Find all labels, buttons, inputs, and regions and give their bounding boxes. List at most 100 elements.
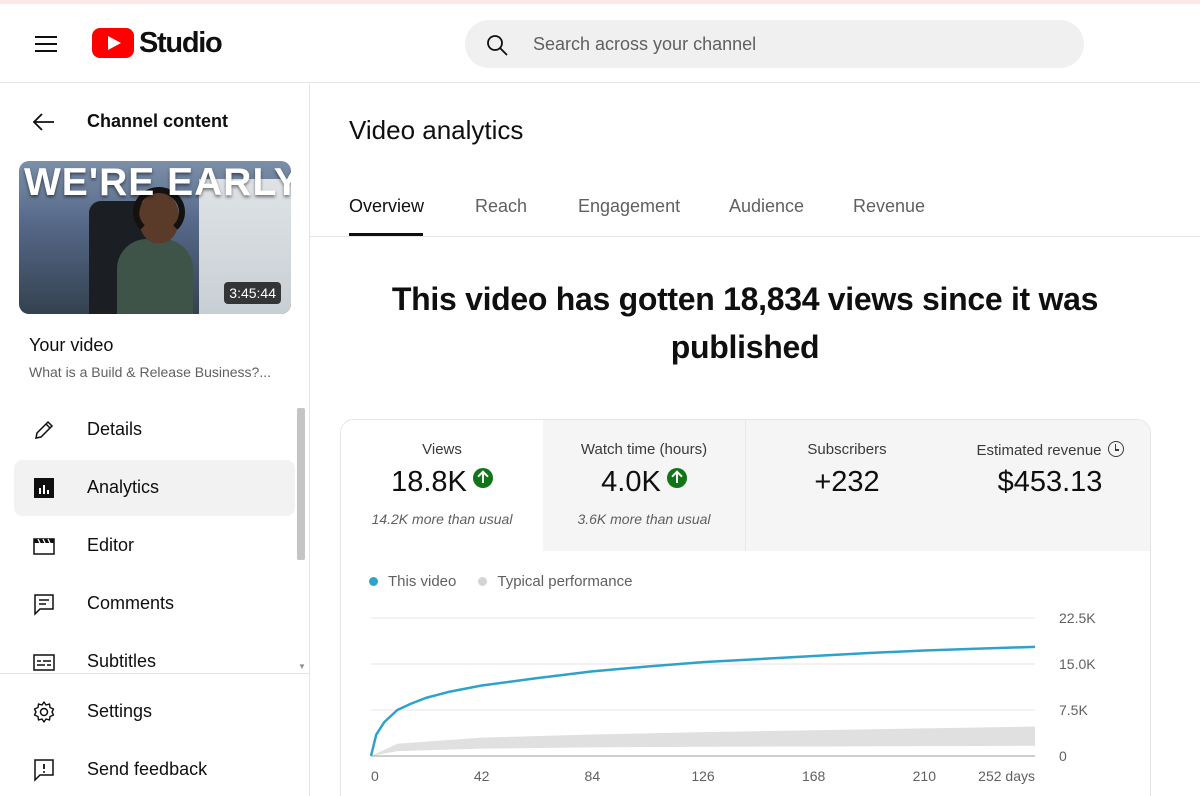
legend-label: This video: [388, 573, 457, 590]
metric-value-row: 18.8K: [341, 466, 543, 499]
sidebar-item-analytics[interactable]: Analytics: [14, 460, 295, 516]
metrics-card: Views 18.8K 14.2K more than usual Watch …: [340, 419, 1151, 796]
sidebar-item-label: Comments: [87, 593, 175, 613]
this-video-point: [375, 734, 377, 736]
feedback-icon: [34, 759, 54, 782]
metric-note: 14.2K more than usual: [371, 511, 513, 527]
x-tick-label: 84: [585, 768, 601, 784]
this-video-point: [757, 658, 759, 660]
metric-value-row: 4.0K: [543, 466, 745, 499]
this-video-point: [591, 670, 593, 672]
x-tick-label: 210: [913, 768, 937, 784]
metric-watch-time[interactable]: Watch time (hours) 4.0K 3.6K more than u…: [543, 420, 746, 551]
tab-engagement[interactable]: Engagement: [578, 196, 680, 217]
tabs-divider: [310, 236, 1200, 237]
this-video-point: [868, 652, 870, 654]
sidebar-item-label: Analytics: [87, 477, 160, 497]
tab-overview[interactable]: Overview: [349, 196, 424, 217]
send-feedback-label: Send feedback: [87, 759, 208, 779]
y-tick-label: 15.0K: [1059, 656, 1096, 672]
sidebar-item-settings[interactable]: Settings: [14, 684, 295, 740]
x-tick-label: 168: [802, 768, 826, 784]
sidebar-item-label: Editor: [87, 535, 135, 555]
legend-dot: [478, 577, 488, 586]
video-duration: 3:45:44: [224, 282, 281, 304]
this-video-point: [396, 709, 398, 711]
back-arrow-icon: [32, 113, 54, 131]
sidebar: Channel content WE'RE EARLY 3:45:44 Your…: [0, 84, 310, 796]
x-tick-label: 42: [474, 768, 490, 784]
sidebar-divider: [0, 673, 309, 674]
y-tick-label: 7.5K: [1059, 702, 1088, 718]
thumbnail-title: WE'RE EARLY: [24, 161, 291, 204]
metric-label: Subscribers: [807, 441, 887, 458]
youtube-play-icon: [92, 28, 134, 58]
tab-revenue[interactable]: Revenue: [853, 196, 925, 217]
analytics-icon: [34, 478, 54, 498]
metric-views[interactable]: Views 18.8K 14.2K more than usual: [341, 420, 544, 551]
this-video-point: [425, 697, 427, 699]
legend-typical-performance[interactable]: Typical performance: [478, 573, 632, 590]
x-tick-label: 252 days: [978, 768, 1035, 784]
settings-label: Settings: [87, 701, 153, 721]
this-video-point: [536, 677, 538, 679]
scroll-down-icon[interactable]: ▼: [298, 662, 306, 671]
search-input[interactable]: [533, 20, 1053, 68]
metric-subscribers[interactable]: Subscribers +232: [746, 420, 949, 551]
this-video-point: [1034, 646, 1036, 648]
metric-estimated-revenue[interactable]: Estimated revenue $453.13: [948, 420, 1150, 551]
studio-logo[interactable]: Studio: [92, 26, 223, 60]
video-thumbnail[interactable]: WE'RE EARLY 3:45:44: [19, 161, 291, 314]
back-label: Channel content: [87, 111, 229, 131]
metric-value: 4.0K: [601, 466, 661, 498]
metric-value: 18.8K: [391, 466, 467, 498]
gear-icon: [33, 701, 55, 723]
trend-up-icon: [666, 468, 687, 488]
logo-text: Studio: [139, 26, 223, 59]
this-video-point: [923, 650, 925, 652]
sidebar-item-comments[interactable]: Comments: [14, 576, 295, 632]
sidebar-item-editor[interactable]: Editor: [14, 518, 295, 574]
sidebar-item-label: Subtitles: [87, 651, 157, 671]
search-icon: [487, 35, 508, 56]
metric-value: $453.13: [997, 466, 1103, 498]
legend-this-video[interactable]: This video: [369, 573, 456, 590]
top-bar: Studio: [0, 4, 1200, 83]
this-video-point: [410, 703, 412, 705]
metric-label: Views: [422, 441, 462, 458]
this-video-point: [702, 661, 704, 663]
chart-legend: This video Typical performance: [369, 573, 654, 590]
sidebar-item-label: Details: [87, 419, 143, 439]
thumbnail-person: [117, 187, 193, 314]
hamburger-menu-icon[interactable]: [26, 26, 66, 62]
tab-audience[interactable]: Audience: [729, 196, 804, 217]
this-video-point: [449, 691, 451, 693]
this-video-point: [383, 721, 385, 723]
metric-note: 3.6K more than usual: [577, 511, 711, 527]
trend-up-icon: [472, 468, 493, 488]
x-tick-label: 126: [691, 768, 715, 784]
search-bar[interactable]: [465, 20, 1084, 68]
metric-label: Estimated revenue: [976, 442, 1102, 459]
your-video-heading: Your video: [29, 335, 114, 355]
this-video-point: [481, 684, 483, 686]
x-tick-label: 0: [371, 768, 379, 784]
comment-icon: [34, 594, 54, 616]
tab-reach[interactable]: Reach: [475, 196, 527, 217]
metric-label-row: Estimated revenue: [948, 441, 1150, 459]
this-video-point: [647, 665, 649, 667]
sidebar-item-subtitles[interactable]: Subtitles: [14, 634, 295, 690]
this-video-point: [370, 755, 372, 757]
sidebar-item-send-feedback[interactable]: Send feedback: [14, 742, 295, 796]
back-to-channel-content[interactable]: Channel content: [0, 102, 309, 142]
pencil-icon: [35, 420, 54, 439]
sidebar-item-details[interactable]: Details: [14, 402, 295, 458]
video-title: What is a Build & Release Business?...: [29, 364, 272, 380]
clock-icon[interactable]: [1107, 441, 1124, 457]
y-tick-label: 22.5K: [1059, 610, 1096, 626]
subtitles-icon: [33, 654, 55, 671]
legend-dot: [369, 577, 378, 586]
metric-value: +232: [814, 466, 880, 498]
views-chart[interactable]: 22.5K 15.0K 7.5K 0 0 42 84 126 168 210 252 days: [341, 600, 1151, 796]
sidebar-scrollbar[interactable]: [297, 408, 305, 560]
